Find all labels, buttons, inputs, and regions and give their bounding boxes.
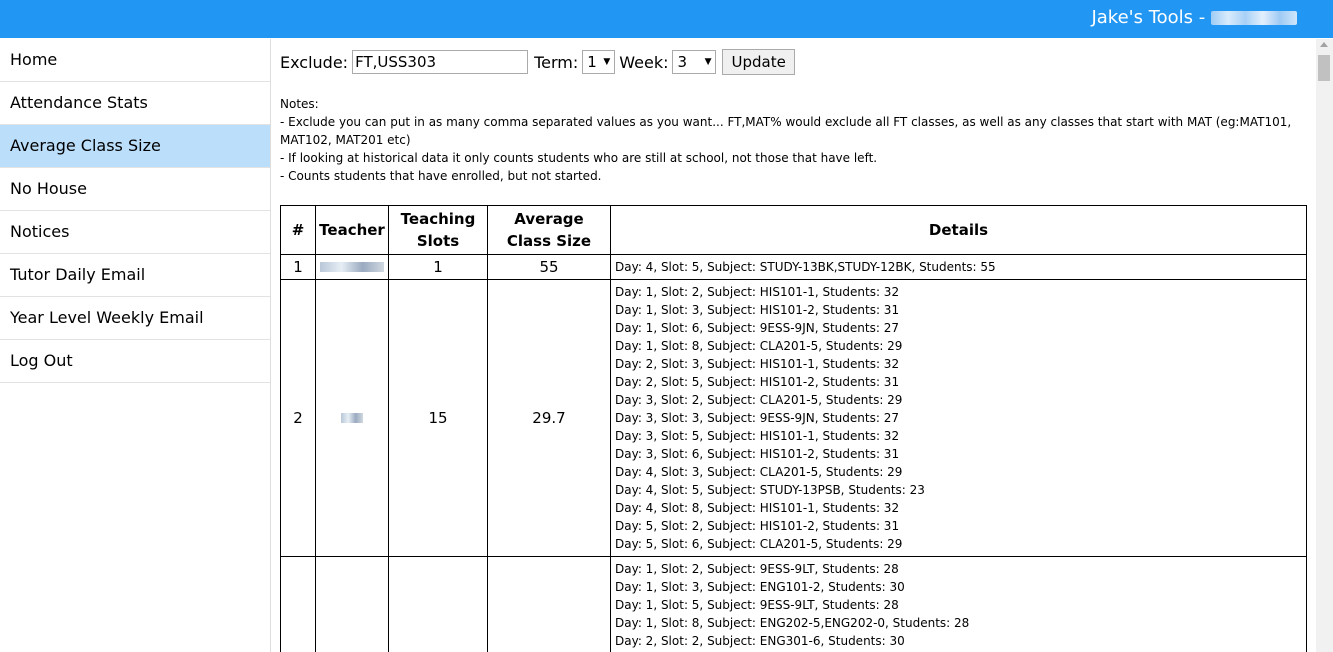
row-number: 1 [280,254,316,280]
detail-line: Day: 2, Slot: 3, Subject: HIS101-1, Stud… [615,357,900,371]
column-header-teacher: Teacher [315,205,389,255]
note-line: - Exclude you can put in as many comma s… [280,115,1292,147]
teacher-name-redacted [320,262,384,272]
teacher-name-redacted [341,413,363,423]
sidebar-item-tutor-daily-email[interactable]: Tutor Daily Email [0,254,270,297]
row-number [280,556,316,652]
detail-line: Day: 1, Slot: 2, Subject: HIS101-1, Stud… [615,285,900,299]
school-name-redacted [1211,11,1297,25]
sidebar-item-home[interactable]: Home [0,39,270,82]
table-row: Day: 1, Slot: 2, Subject: 9ESS-9LT, Stud… [280,556,1307,652]
detail-line: Day: 4, Slot: 5, Subject: STUDY-13BK,STU… [615,260,996,274]
sidebar-item-log-out[interactable]: Log Out [0,340,270,383]
sidebar: Home Attendance Stats Average Class Size… [0,39,271,652]
details-cell: Day: 4, Slot: 5, Subject: STUDY-13BK,STU… [610,254,1307,280]
average-class-size-cell: 29.7 [487,279,611,557]
average-class-size-cell [487,556,611,652]
sidebar-item-year-level-weekly-email[interactable]: Year Level Weekly Email [0,297,270,340]
column-header-number: # [280,205,316,255]
detail-line: Day: 4, Slot: 3, Subject: CLA201-5, Stud… [615,465,903,479]
note-line: - Counts students that have enrolled, bu… [280,169,602,183]
detail-line: Day: 1, Slot: 8, Subject: ENG202-5,ENG20… [615,616,970,630]
filter-form: Exclude: Term: 1 ▼ Week: 3 ▼ Update [280,49,795,75]
detail-line: Day: 3, Slot: 2, Subject: CLA201-5, Stud… [615,393,903,407]
detail-line: Day: 1, Slot: 6, Subject: 9ESS-9JN, Stud… [615,321,899,335]
table-row: 2 15 29.7 Day: 1, Slot: 2, Subject: HIS1… [280,279,1307,557]
sidebar-item-notices[interactable]: Notices [0,211,270,254]
teaching-slots-cell: 1 [388,254,488,280]
detail-line: Day: 4, Slot: 8, Subject: HIS101-1, Stud… [615,501,900,515]
teaching-slots-cell: 15 [388,279,488,557]
vertical-scrollbar[interactable] [1316,39,1333,652]
scrollbar-thumb[interactable] [1318,55,1330,81]
column-header-teaching-slots: Teaching Slots [388,205,488,255]
app-title: Jake's Tools - [1091,7,1297,28]
table-row: 1 1 55 Day: 4, Slot: 5, Subject: STUDY-1… [280,254,1307,280]
scroll-up-arrow-icon[interactable] [1320,42,1328,47]
main-content: Exclude: Term: 1 ▼ Week: 3 ▼ Update Note… [271,39,1316,652]
term-select[interactable]: 1 ▼ [582,50,616,74]
detail-line: Day: 3, Slot: 5, Subject: HIS101-1, Stud… [615,429,900,443]
week-label: Week: [619,52,669,72]
detail-line: Day: 5, Slot: 6, Subject: CLA201-5, Stud… [615,537,903,551]
detail-line: Day: 2, Slot: 2, Subject: ENG301-6, Stud… [615,634,905,648]
exclude-label: Exclude: [280,52,349,72]
week-select[interactable]: 3 ▼ [672,50,717,74]
class-size-table: # Teacher Teaching Slots Average Class S… [280,205,1307,652]
term-select-value: 1 [587,53,597,71]
update-button[interactable]: Update [722,49,795,75]
app-title-text: Jake's Tools - [1091,7,1206,28]
details-cell: Day: 1, Slot: 2, Subject: HIS101-1, Stud… [610,279,1307,557]
detail-line: Day: 1, Slot: 5, Subject: 9ESS-9LT, Stud… [615,598,899,612]
average-class-size-cell: 55 [487,254,611,280]
sidebar-item-average-class-size[interactable]: Average Class Size [0,125,270,168]
chevron-down-icon: ▼ [704,57,712,67]
teacher-cell [315,556,389,652]
notes-heading: Notes: [280,97,319,111]
detail-line: Day: 3, Slot: 6, Subject: HIS101-2, Stud… [615,447,900,461]
detail-line: Day: 2, Slot: 5, Subject: HIS101-2, Stud… [615,375,900,389]
detail-line: Day: 1, Slot: 3, Subject: ENG101-2, Stud… [615,580,905,594]
detail-line: Day: 1, Slot: 8, Subject: CLA201-5, Stud… [615,339,903,353]
exclude-input[interactable] [352,50,529,74]
table-header-row: # Teacher Teaching Slots Average Class S… [280,205,1307,255]
notes: Notes: - Exclude you can put in as many … [280,95,1310,185]
week-select-value: 3 [677,53,688,71]
chevron-down-icon: ▼ [603,57,611,67]
detail-line: Day: 3, Slot: 3, Subject: 9ESS-9JN, Stud… [615,411,899,425]
column-header-details: Details [610,205,1307,255]
detail-line: Day: 4, Slot: 5, Subject: STUDY-13PSB, S… [615,483,925,497]
teacher-cell [315,279,389,557]
details-cell: Day: 1, Slot: 2, Subject: 9ESS-9LT, Stud… [610,556,1307,652]
teaching-slots-cell [388,556,488,652]
sidebar-item-no-house[interactable]: No House [0,168,270,211]
detail-line: Day: 1, Slot: 2, Subject: 9ESS-9LT, Stud… [615,562,899,576]
detail-line: Day: 1, Slot: 3, Subject: HIS101-2, Stud… [615,303,900,317]
column-header-average-class-size: Average Class Size [487,205,611,255]
note-line: - If looking at historical data it only … [280,151,878,165]
term-label: Term: [534,52,579,72]
sidebar-item-attendance-stats[interactable]: Attendance Stats [0,82,270,125]
teacher-cell [315,254,389,280]
detail-line: Day: 5, Slot: 2, Subject: HIS101-2, Stud… [615,519,900,533]
top-bar: Jake's Tools - [0,0,1333,38]
row-number: 2 [280,279,316,557]
